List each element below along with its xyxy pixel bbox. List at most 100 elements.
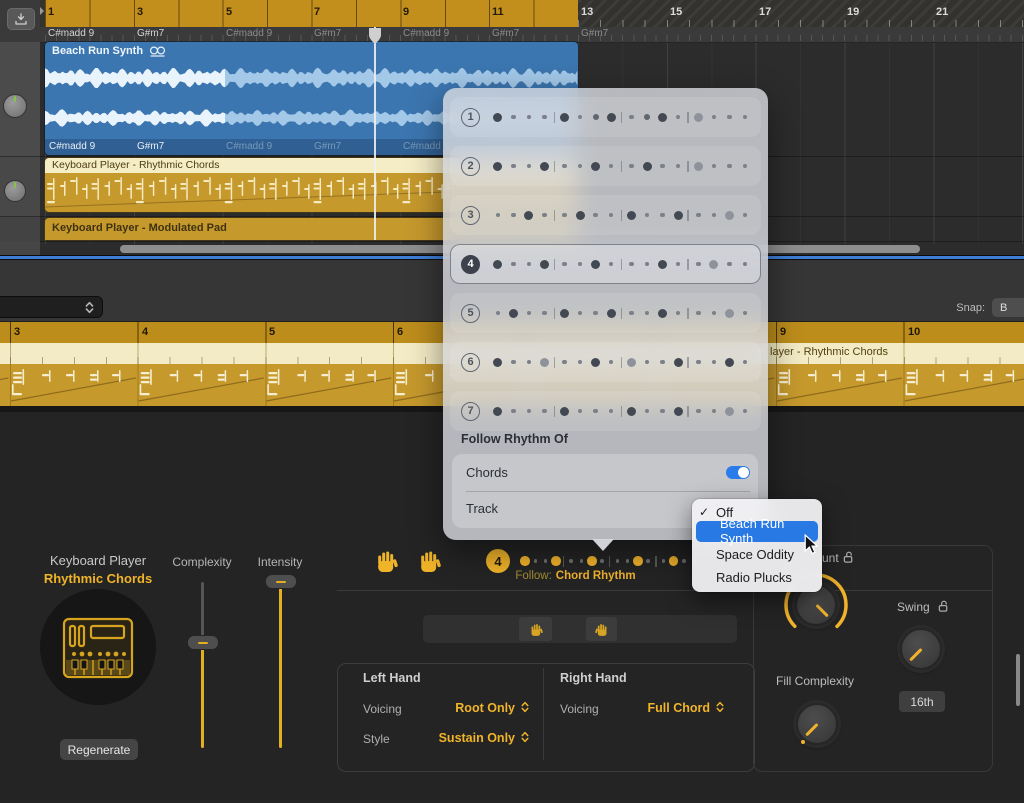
pattern-dots bbox=[490, 208, 753, 222]
left-hand-range-cell[interactable] bbox=[519, 617, 552, 641]
rhythm-dot bbox=[597, 554, 607, 568]
timeline-ruler[interactable]: 13579111315171921 bbox=[40, 0, 1024, 27]
rhythm-dot bbox=[603, 110, 619, 124]
playhead-line bbox=[374, 27, 376, 240]
pattern-preset-2[interactable]: 2 bbox=[450, 146, 761, 186]
bar-number: 10 bbox=[908, 326, 920, 338]
rhythm-dot bbox=[521, 208, 537, 222]
snap-control: Snap: B bbox=[956, 298, 1024, 317]
pattern-preset-6[interactable]: 6 bbox=[450, 342, 761, 382]
menu-item-label: Space Oddity bbox=[716, 547, 794, 562]
pan-knob[interactable] bbox=[4, 180, 26, 202]
rhythm-dot bbox=[655, 208, 671, 222]
rhythm-dot bbox=[603, 159, 619, 173]
chord-label: G#m7 bbox=[314, 28, 341, 39]
snap-value-button[interactable]: B bbox=[992, 298, 1024, 317]
pattern-dots bbox=[490, 306, 753, 320]
pattern-preset-3[interactable]: 3 bbox=[450, 195, 761, 235]
regenerate-button[interactable]: Regenerate bbox=[60, 739, 138, 760]
fill-complexity-knob[interactable] bbox=[796, 703, 838, 745]
rhythm-dot bbox=[572, 306, 588, 320]
snap-label: Snap: bbox=[956, 302, 985, 314]
lh-style-value[interactable]: Sustain Only bbox=[400, 731, 515, 745]
right-hand-range-cell[interactable] bbox=[586, 617, 617, 641]
rhythm-dot bbox=[521, 159, 537, 173]
menu-item-beach-run-synth[interactable]: Beach Run Synth bbox=[696, 521, 818, 542]
pattern-preset-5[interactable]: 5 bbox=[450, 293, 761, 333]
chord-track[interactable]: C#madd 9G#m7C#madd 9G#m7C#madd 9G#m7G#m7 bbox=[40, 27, 1024, 43]
lh-voicing-value[interactable]: Root Only bbox=[400, 701, 515, 715]
rhythm-dot bbox=[722, 110, 738, 124]
rhythm-dot bbox=[521, 404, 537, 418]
pattern-number: 1 bbox=[461, 108, 480, 127]
rhythm-dot bbox=[624, 306, 640, 320]
rhythm-dot bbox=[572, 208, 588, 222]
rhythm-dot bbox=[557, 208, 573, 222]
right-hand-button[interactable] bbox=[417, 548, 441, 574]
pattern-preset-4[interactable]: 4 bbox=[450, 244, 761, 284]
bar-number: 11 bbox=[492, 6, 504, 18]
rhythm-dot bbox=[537, 355, 553, 369]
rhythm-dot bbox=[706, 208, 722, 222]
pattern-popover: 1234567 Follow Rhythm Of Chords Track bbox=[443, 88, 768, 540]
menu-item-radio-plucks[interactable]: Radio Plucks bbox=[692, 567, 822, 588]
row-divider bbox=[466, 491, 750, 492]
rhythm-dot bbox=[530, 554, 540, 568]
follow-mode-label: Follow:Chord Rhythm bbox=[490, 570, 661, 582]
rhythm-dot bbox=[670, 257, 686, 271]
knob-indicator bbox=[909, 648, 922, 661]
rhythm-dot bbox=[706, 404, 722, 418]
track-header-pad[interactable] bbox=[0, 217, 40, 241]
menu-item-space-oddity[interactable]: Space Oddity bbox=[692, 544, 822, 565]
unlock-icon[interactable] bbox=[938, 600, 949, 613]
lh-style-label: Style bbox=[363, 732, 390, 746]
chords-toggle[interactable] bbox=[726, 466, 750, 479]
rhythm-dot bbox=[691, 355, 707, 369]
pattern-preset-7[interactable]: 7 bbox=[450, 391, 761, 431]
group-separator bbox=[621, 210, 623, 221]
rhythm-dot bbox=[737, 404, 753, 418]
rhythm-dot bbox=[691, 306, 707, 320]
playhead-handle[interactable] bbox=[368, 27, 382, 45]
rhythm-dot bbox=[537, 110, 553, 124]
unlock-icon[interactable] bbox=[843, 551, 854, 564]
bar-number: 1 bbox=[48, 6, 54, 18]
chord-label: G#m7 bbox=[581, 28, 608, 39]
rhythm-dot bbox=[572, 404, 588, 418]
rhythm-dot bbox=[521, 306, 537, 320]
pattern-dots-strip[interactable] bbox=[520, 552, 698, 570]
rhythm-dot bbox=[670, 159, 686, 173]
rhythm-dot bbox=[706, 159, 722, 173]
intensity-label: Intensity bbox=[235, 555, 325, 569]
drag-to-track-button[interactable] bbox=[7, 8, 35, 30]
rhythm-dot bbox=[655, 355, 671, 369]
pattern-preset-1[interactable]: 1 bbox=[450, 97, 761, 137]
editor-vertical-scrollbar[interactable] bbox=[1016, 654, 1020, 706]
swing-knob[interactable] bbox=[900, 628, 942, 670]
player-style-subtitle: Rhythmic Chords bbox=[30, 571, 166, 586]
rhythm-dot bbox=[588, 306, 604, 320]
chevron-updown-icon bbox=[521, 731, 529, 743]
group-separator bbox=[687, 406, 689, 417]
pattern-number: 4 bbox=[461, 255, 480, 274]
rhythm-dot bbox=[506, 208, 522, 222]
rhythm-dot bbox=[603, 208, 619, 222]
intensity-slider-thumb[interactable] bbox=[265, 574, 297, 589]
complexity-label: Complexity bbox=[157, 555, 247, 569]
swing-rate-button[interactable]: 16th bbox=[899, 691, 945, 712]
keyboard-icon bbox=[50, 599, 146, 695]
editor-preset-select[interactable] bbox=[0, 296, 103, 318]
logic-pro-window: 13579111315171921 C#madd 9G#m7C#madd 9G#… bbox=[0, 0, 1024, 803]
pan-knob[interactable] bbox=[3, 94, 27, 118]
bar-number: 3 bbox=[14, 326, 20, 338]
rhythm-dot bbox=[691, 159, 707, 173]
rhythm-dot bbox=[490, 159, 506, 173]
group-separator bbox=[554, 357, 556, 368]
region-name: Keyboard Player - Modulated Pad bbox=[52, 222, 227, 234]
ruler-beyond-end[interactable] bbox=[578, 0, 1024, 28]
left-hand-button[interactable] bbox=[374, 548, 398, 574]
keyboard-range-strip[interactable] bbox=[423, 615, 737, 643]
rh-voicing-value[interactable]: Full Chord bbox=[600, 701, 710, 715]
complexity-slider-thumb[interactable] bbox=[187, 635, 219, 650]
pattern-preset-list: 1 2 3 4 5 6 7 bbox=[450, 97, 761, 440]
